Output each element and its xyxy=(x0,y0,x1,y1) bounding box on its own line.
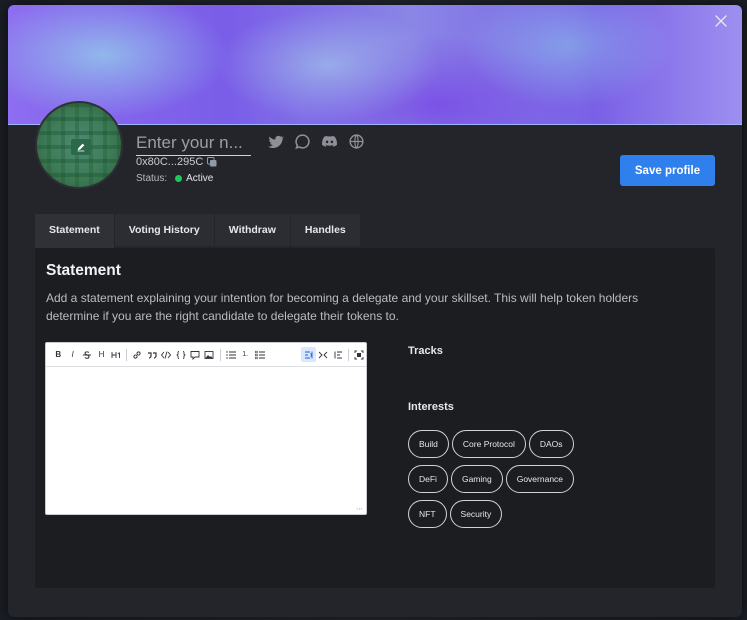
task-list-icon xyxy=(254,350,265,359)
link-button[interactable] xyxy=(130,347,144,362)
bullet-list-icon xyxy=(226,350,236,359)
strikethrough-button[interactable] xyxy=(80,347,94,362)
toolbar-separator xyxy=(219,348,221,361)
chip-row: DeFi Gaming Governance xyxy=(408,465,608,493)
profile-tabs: Statement Voting History Withdraw Handle… xyxy=(35,214,360,248)
editor-toolbar: B I H 1. xyxy=(46,343,366,367)
avatar[interactable] xyxy=(35,101,123,189)
interests-label: Interests xyxy=(408,401,454,413)
discourse-link[interactable] xyxy=(293,132,312,151)
wallet-address: 0x80C...295C xyxy=(136,156,217,168)
interest-chip-build[interactable]: Build xyxy=(408,430,449,458)
pencil-icon xyxy=(77,143,85,152)
statement-title: Statement xyxy=(46,262,121,279)
interests-chips: Build Core Protocol DAOs DeFi Gaming Gov… xyxy=(408,430,608,535)
interest-chip-governance[interactable]: Governance xyxy=(505,465,575,493)
heading-size-icon xyxy=(111,351,120,358)
fullscreen-icon xyxy=(354,350,364,359)
chip-row: NFT Security xyxy=(408,500,608,528)
comment-button[interactable] xyxy=(188,347,202,362)
fullscreen-button[interactable] xyxy=(352,347,366,362)
split-view-icon xyxy=(318,351,328,358)
image-button[interactable] xyxy=(202,347,216,362)
discourse-icon xyxy=(295,134,310,150)
toolbar-separator xyxy=(347,348,349,361)
code-icon xyxy=(161,350,172,359)
chip-row: Build Core Protocol DAOs xyxy=(408,430,608,458)
website-link[interactable] xyxy=(347,132,366,151)
code-block-icon xyxy=(175,350,186,359)
avatar-edit-button[interactable] xyxy=(71,139,91,155)
edit-profile-modal: 0x80C...295C Status: Active Save profile… xyxy=(8,5,742,617)
tab-withdraw[interactable]: Withdraw xyxy=(214,214,290,248)
statement-textarea[interactable] xyxy=(46,367,366,514)
status-label: Status: xyxy=(136,173,168,184)
social-links xyxy=(266,132,366,151)
ordered-list-button[interactable]: 1. xyxy=(238,347,252,362)
preview-button[interactable] xyxy=(330,347,344,362)
code-block-button[interactable] xyxy=(173,347,187,362)
statement-editor: B I H 1. ⋯ xyxy=(45,342,367,515)
heading-size-button[interactable] xyxy=(109,347,123,362)
edit-mode-button[interactable] xyxy=(301,347,316,362)
tab-handles[interactable]: Handles xyxy=(290,214,360,248)
bold-icon: B xyxy=(55,350,62,359)
italic-icon: I xyxy=(71,350,74,359)
resize-grip-icon[interactable]: ⋯ xyxy=(356,505,363,513)
task-list-button[interactable] xyxy=(252,347,266,362)
twitter-link[interactable] xyxy=(266,132,285,151)
tab-voting-history[interactable]: Voting History xyxy=(114,214,214,248)
discord-link[interactable] xyxy=(320,132,339,151)
link-icon xyxy=(133,350,141,359)
heading-icon: H xyxy=(98,350,105,359)
tab-statement[interactable]: Statement xyxy=(35,214,114,248)
comment-icon xyxy=(190,350,200,360)
status-row: Status: Active xyxy=(136,173,213,184)
copy-icon[interactable] xyxy=(207,157,217,167)
display-name-input[interactable] xyxy=(136,130,251,156)
preview-icon xyxy=(334,351,342,358)
interest-chip-gaming[interactable]: Gaming xyxy=(450,465,503,493)
image-icon xyxy=(204,350,214,359)
wallet-address-text: 0x80C...295C xyxy=(136,156,204,168)
bullet-list-button[interactable] xyxy=(224,347,238,362)
website-globe-icon xyxy=(349,134,364,149)
italic-button[interactable]: I xyxy=(65,347,79,362)
interest-chip-daos[interactable]: DAOs xyxy=(528,430,574,458)
interest-chip-core-protocol[interactable]: Core Protocol xyxy=(451,430,526,458)
statement-panel: Statement Add a statement explaining you… xyxy=(35,248,715,588)
quote-button[interactable] xyxy=(145,347,159,362)
discord-icon xyxy=(322,135,337,147)
ordered-list-icon: 1. xyxy=(242,351,249,358)
split-view-button[interactable] xyxy=(316,347,330,362)
heading-button[interactable]: H xyxy=(94,347,108,362)
statement-description: Add a statement explaining your intentio… xyxy=(46,291,639,323)
profile-banner[interactable] xyxy=(8,5,742,125)
twitter-icon xyxy=(267,135,284,149)
bold-button[interactable]: B xyxy=(51,347,65,362)
interest-chip-security[interactable]: Security xyxy=(449,500,503,528)
toolbar-separator xyxy=(126,348,128,361)
strikethrough-icon xyxy=(83,350,92,359)
quote-icon xyxy=(147,351,157,359)
interest-chip-defi[interactable]: DeFi xyxy=(408,465,448,493)
status-indicator xyxy=(175,175,183,182)
tracks-label: Tracks xyxy=(408,345,443,357)
save-profile-button[interactable]: Save profile xyxy=(620,155,715,186)
edit-mode-icon xyxy=(304,351,313,358)
close-button[interactable] xyxy=(714,14,728,28)
interest-chip-nft[interactable]: NFT xyxy=(408,500,447,528)
close-icon xyxy=(715,15,727,27)
status-value: Active xyxy=(186,173,214,184)
code-button[interactable] xyxy=(159,347,173,362)
